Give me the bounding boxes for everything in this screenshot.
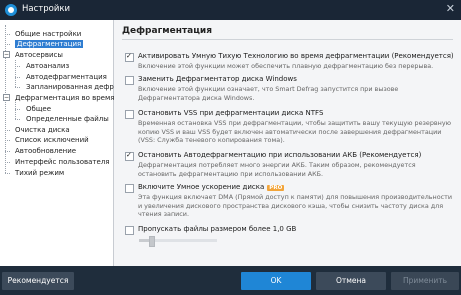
tree-branch [5, 173, 10, 174]
smart-disk-boost-checkbox[interactable] [125, 184, 134, 193]
stop-vss-label[interactable]: Остановить VSS при дефрагментации диска … [138, 109, 323, 117]
tree-branch [15, 66, 20, 67]
tree-branch [5, 140, 10, 141]
smart-silent-checkbox[interactable] [125, 52, 134, 62]
section-divider [122, 39, 453, 40]
tree-item-autodefrag[interactable]: Автодефрагментация [26, 72, 107, 82]
tree-item-boot-defrag[interactable]: Дефрагментация во время [15, 93, 114, 103]
tree-item-exclusions[interactable]: Список исключений [15, 135, 89, 145]
skip-large-files-label[interactable]: Пропускать файлы размером более 1,0 GB [138, 225, 296, 233]
ok-button[interactable]: OK [241, 272, 311, 290]
tree-item-autoanalysis[interactable]: Автоанализ [26, 61, 69, 71]
tree-item-defrag[interactable]: Дефрагментация [15, 39, 84, 49]
settings-window: Настройки ✕ − − Общие настройки Дефрагме… [0, 0, 461, 295]
tree-item-general[interactable]: Общие настройки [15, 29, 81, 39]
tree-item-boot-general[interactable]: Общее [26, 104, 51, 114]
tree-branch [15, 109, 20, 110]
tree-branch [5, 162, 10, 163]
smart-disk-boost-label[interactable]: Включите Умное ускорение диска PRO [138, 183, 285, 191]
tree-branch [15, 119, 20, 120]
tree-branch [15, 87, 20, 88]
stop-on-battery-description: Дефрагментация потребляет много энергии … [138, 161, 416, 178]
tree-item-specific-files[interactable]: Определенные файлы [26, 114, 109, 124]
tree-item-user-interface[interactable]: Интерфейс пользователя [15, 157, 110, 167]
slider-thumb[interactable] [149, 236, 155, 247]
close-icon[interactable]: ✕ [446, 2, 455, 15]
tree-branch [5, 151, 10, 152]
tree-item-scheduled-defrag[interactable]: Запланированная дефр [26, 82, 114, 92]
stop-on-battery-checkbox[interactable] [125, 151, 134, 161]
smart-silent-description: Включение этой функции может обеспечить … [138, 62, 434, 70]
stop-vss-description: Временная остановка VSS при дефрагментац… [138, 119, 452, 144]
smart-silent-label[interactable]: Активировать Умную Тихую Технологию во в… [138, 52, 454, 60]
tree-guide-line [15, 60, 16, 87]
stop-on-battery-label[interactable]: Остановить Автодефрагментацию при исполь… [138, 151, 421, 159]
section-title: Дефрагментация [122, 26, 212, 36]
tree-branch [15, 77, 20, 78]
tree-branch [5, 44, 10, 45]
tree-guide-line [15, 102, 16, 119]
title-bar: Настройки ✕ [0, 0, 461, 20]
apply-button: Применить [391, 272, 459, 290]
settings-panel: Дефрагментация Активировать Умную Тихую … [114, 20, 461, 266]
replace-windows-defrag-description: Включение этой функции означает, что Sma… [138, 85, 399, 102]
tree-collapse-icon[interactable]: − [3, 51, 10, 58]
replace-windows-defrag-label[interactable]: Заменить Дефрагментатор диска Windows [138, 75, 297, 83]
smart-disk-boost-description: Эта функция включает DMA (Прямой доступ … [138, 193, 453, 218]
tree-item-autoupdate[interactable]: Автообновление [15, 146, 76, 156]
tree-collapse-icon[interactable]: − [3, 94, 10, 101]
tree-item-autoservices[interactable]: Автосервисы [15, 50, 63, 60]
file-size-slider[interactable] [139, 236, 217, 247]
tree-item-silent-mode[interactable]: Тихий режим [15, 168, 64, 178]
settings-tree: − − Общие настройки Дефрагментация Автос… [0, 20, 114, 266]
tree-item-disk-cleanup[interactable]: Очистка диска [15, 125, 70, 135]
dialog-footer: Рекомендуется OK Отмена Применить [0, 266, 461, 295]
tree-branch [5, 130, 10, 131]
recommended-button[interactable]: Рекомендуется [2, 272, 74, 290]
skip-large-files-checkbox[interactable] [125, 226, 134, 235]
cancel-button[interactable]: Отмена [316, 272, 386, 290]
window-title: Настройки [22, 4, 71, 14]
replace-windows-defrag-checkbox[interactable] [125, 76, 134, 85]
stop-vss-checkbox[interactable] [125, 110, 134, 119]
tree-branch [5, 34, 10, 35]
app-logo-icon [5, 4, 17, 16]
pro-badge: PRO [267, 185, 285, 191]
